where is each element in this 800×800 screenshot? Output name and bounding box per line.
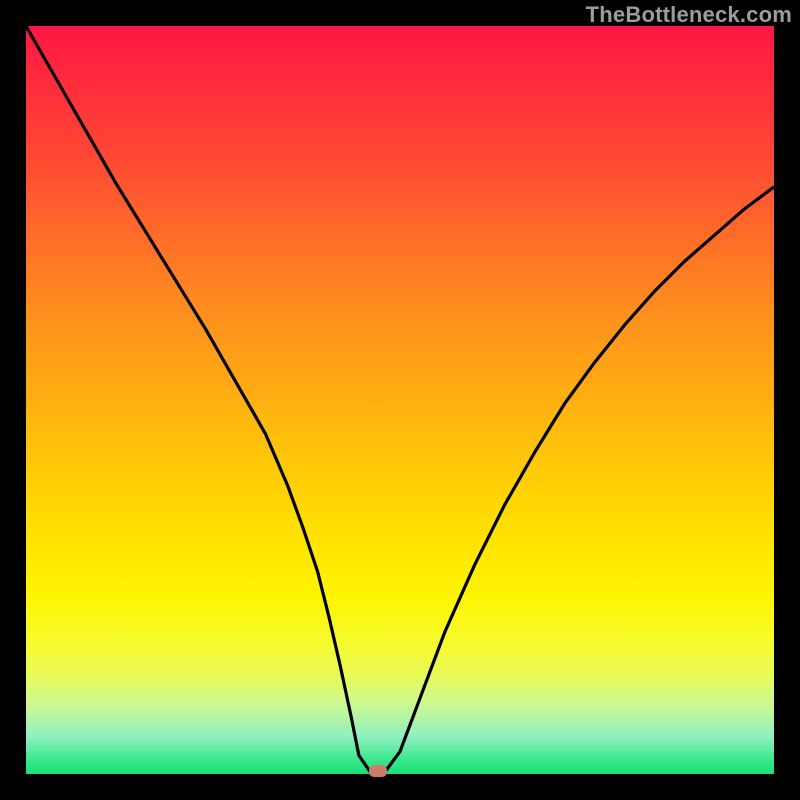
chart-frame: TheBottleneck.com: [0, 0, 800, 800]
optimal-point-marker: [369, 765, 387, 777]
watermark-text: TheBottleneck.com: [586, 2, 792, 28]
curve-layer: [26, 26, 774, 774]
bottleneck-curve: [26, 26, 774, 772]
